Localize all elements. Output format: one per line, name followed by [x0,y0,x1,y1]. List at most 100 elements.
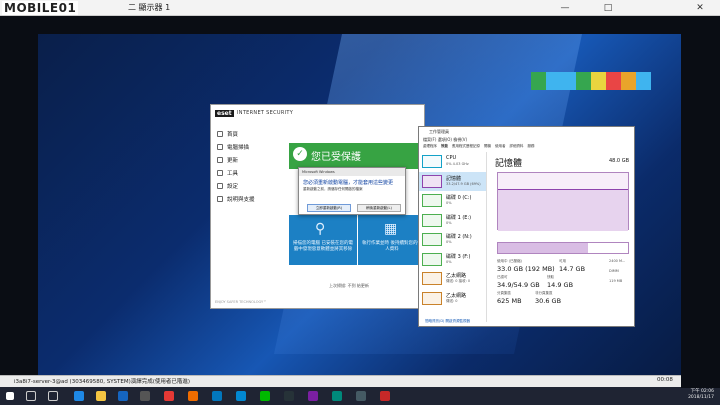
eset-nav-update[interactable]: 更新 [211,153,281,166]
tab-app-history[interactable]: 應用程式歷程記錄 [450,144,482,149]
perf-item-disk1[interactable]: 磁碟 1 (E:) 0% [419,211,486,231]
perf-item-sub: 傳送: 0 接收: 0 [446,279,471,283]
perf-item-memory[interactable]: 記憶體 33.2/47.9 GB (69%) [419,171,486,191]
task-card[interactable]: ▦ 執行作業並時 後持續對您的個人資料 [358,215,426,265]
nav-label: 說明與支援 [227,196,255,203]
perf-item-sub: 0% [446,220,452,225]
tab-details[interactable]: 詳細資料 [508,144,526,149]
app-icon[interactable] [140,391,150,401]
eset-nav-settings[interactable]: 設定 [211,179,281,192]
memory-panel: 記憶體 48.0 GB 使用中 (已壓縮) 33.0 GB (192 MB) 可… [495,152,633,317]
remote-desktop[interactable]: eset INTERNET SECURITY 首頁 電腦掃描 更新 工具 設定 … [38,34,681,394]
perf-item-sub: 0% 4.03 GHz [446,162,469,166]
task-view-icon[interactable] [48,391,58,401]
check-icon: ✓ [293,147,307,161]
explorer-icon[interactable] [96,391,106,401]
app-icon[interactable] [308,391,318,401]
start-icon[interactable] [6,392,14,400]
perf-item-sub: 0% [446,259,452,264]
restart-now-button[interactable]: 立即重新啟動(R) [307,204,351,212]
line-icon[interactable] [260,391,270,401]
edge-icon[interactable] [74,391,84,401]
skype-icon[interactable] [236,391,246,401]
perf-item-name: 磁碟 0 (C:) [446,195,472,201]
steam-icon[interactable] [284,391,294,401]
chrome-icon[interactable] [164,391,174,401]
perf-item-name: 乙太網路 [446,292,467,299]
paged-value: 625 MB [497,297,522,305]
app-icon[interactable] [332,391,342,401]
tab-startup[interactable]: 開機 [482,144,493,149]
available-label: 可用 [559,259,566,263]
task-manager-menu[interactable]: 檔案(F) 選項(O) 檢視(V) [423,137,467,143]
local-clock: 下午 02:06 2018/11/17 [688,389,714,401]
paged-label: 分頁集區 [497,291,511,295]
eset-nav: 首頁 電腦掃描 更新 工具 設定 說明與支援 [211,127,281,205]
eset-status-links[interactable]: 上次掃描: 不到 給更新 [329,283,369,289]
mobile01-logo: MOBILE01 [2,1,79,15]
perf-item-ethernet[interactable]: 乙太網路 傳送: 0 接收: 0 [419,269,486,289]
disk-thumb [422,252,442,266]
monitor-cell [636,72,651,90]
perf-item-disk0[interactable]: 磁碟 0 (C:) 0% [419,191,486,211]
perf-item-sub: 0% [446,201,452,205]
nav-label: 設定 [227,183,239,190]
search-icon[interactable] [26,391,36,401]
committed-label: 已認可 [497,275,508,279]
tab-performance[interactable]: 效能 [439,144,450,149]
minimize-button[interactable]: — [555,0,575,16]
app-icon[interactable] [118,391,128,401]
perf-item-disk2[interactable]: 磁碟 2 (N:) 0% [419,230,486,250]
restart-dialog[interactable]: Microsoft Windows 您必須重新啟動電腦，才能套用這些變更 重新啟… [298,167,406,215]
tab-users[interactable]: 使用者 [493,144,508,149]
tab-processes[interactable]: 處理程序 [421,144,439,149]
close-button[interactable]: ✕ [690,0,710,16]
monitor-cell [546,72,561,90]
perf-item-disk3[interactable]: 磁碟 3 (F:) 0% [419,250,486,270]
memory-usage-graph [497,172,629,231]
eset-nav-help[interactable]: 說明與支援 [211,192,281,205]
network-thumb [422,291,442,305]
screenshot-root: MOBILE01 二 顯示器 1 — □ ✕ eset INTERNET SEC… [0,0,720,405]
eset-header: eset INTERNET SECURITY [211,105,424,123]
available-value: 14.7 GB [559,265,586,273]
monitor-cell [561,72,576,90]
perf-item-cpu[interactable]: CPU 0% 4.03 GHz [419,152,486,172]
eset-nav-tools[interactable]: 工具 [211,166,281,179]
scan-card[interactable]: ⚲ 掃描您的電腦 已安裝在您的電腦中發現惡意軟體並將其移除 [289,215,357,265]
app-icon[interactable] [356,391,366,401]
network-thumb [422,272,442,285]
task-manager-title: 工作管理員 [429,129,449,134]
memory-usage-fill [498,189,628,231]
task-manager-window[interactable]: 工作管理員 檔案(F) 選項(O) 檢視(V) 處理程序 效能 應用程式歷程記錄… [418,126,635,327]
cached-label: 快取 [547,275,554,279]
help-icon [217,195,223,202]
rdp-status-bar: i3a8i7-server-3@ad (303469580, SYSTEM)演繹… [0,375,720,387]
dialog-subtext: 重新啟動之前，請儲存任何開啟的檔案 [303,187,363,191]
perf-item-name: 磁碟 2 (N:) [446,234,472,240]
tab-services[interactable]: 服務 [526,144,537,149]
app-icon[interactable] [212,391,222,401]
home-icon [217,130,223,137]
nav-label: 電腦掃描 [227,144,250,151]
rdp-canvas: eset INTERNET SECURITY 首頁 電腦掃描 更新 工具 設定 … [0,16,720,394]
restart-later-button[interactable]: 稍後重新啟動(L) [357,204,401,212]
monitor-cell [606,72,621,90]
scan-card-text: 掃描您的電腦 已安裝在您的電腦中發現惡意軟體並將其移除 [293,241,353,252]
task-manager-footer-links[interactable]: 簡略資訊(D) 開啟資源監視器 [425,319,470,324]
memory-speed: 2400 M... [609,259,626,263]
memory-thumb [422,174,442,188]
nav-label: 工具 [227,170,239,177]
eset-nav-scan[interactable]: 電腦掃描 [211,140,281,153]
perf-item-name: 乙太網路 [446,273,467,279]
memory-reserved: 119 MB [609,279,623,283]
perf-item-ethernet2[interactable]: 乙太網路 傳送: 0 [419,289,486,309]
search-icon [217,143,223,150]
firefox-icon[interactable] [188,391,198,401]
disk-thumb [422,194,442,207]
maximize-button[interactable]: □ [598,0,618,16]
eset-brand: INTERNET SECURITY [237,110,294,116]
memory-heading: 記憶體 [495,159,523,169]
eset-nav-home[interactable]: 首頁 [211,127,281,140]
app-icon[interactable] [380,391,390,401]
